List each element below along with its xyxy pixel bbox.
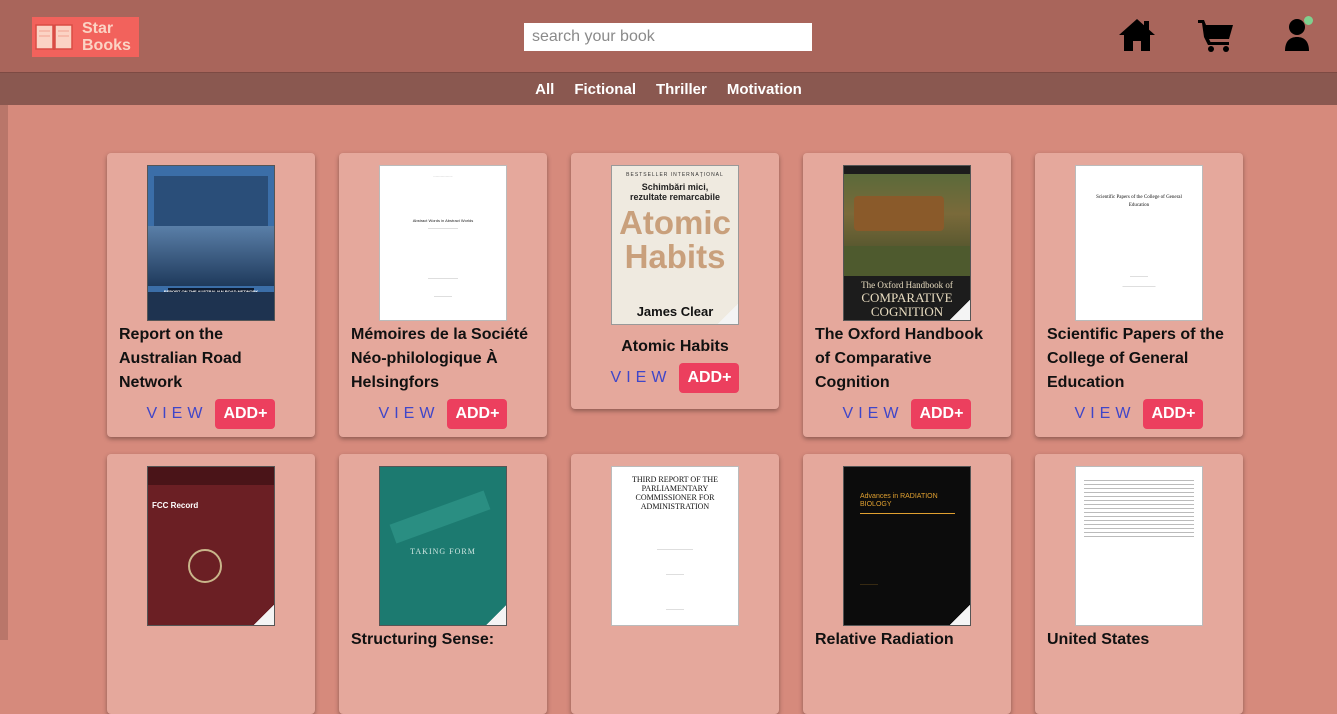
page-curl-icon [950,300,970,320]
book-card: United States [1035,454,1243,714]
search-input[interactable] [524,23,812,51]
add-to-cart-button[interactable]: ADD+ [447,399,508,429]
brand-line2: Books [82,37,131,54]
book-title: United States [1047,631,1150,648]
category-thriller[interactable]: Thriller [656,81,707,98]
book-icon [34,19,74,55]
cover-text: TAKING FORM [410,547,476,556]
book-cover[interactable]: BESTSELLER INTERNAȚIONAL Schimbări mici,… [611,165,739,325]
add-to-cart-button[interactable]: ADD+ [1143,399,1204,429]
book-card: FCC Record [107,454,315,714]
book-cover[interactable]: TAKING FORM [379,466,507,626]
book-card: REPORT ON THE AUSTRALIAN ROAD NETWORK Re… [107,153,315,437]
cover-title-1: Atomic [619,204,731,241]
add-to-cart-button[interactable]: ADD+ [215,399,276,429]
book-card: Advances in RADIATION BIOLOGY —————— Rel… [803,454,1011,714]
book-title: Scientific Papers of the College of Gene… [1047,326,1224,391]
book-card: TAKING FORM Structuring Sense: [339,454,547,714]
brand-name: Star Books [82,20,131,54]
view-button[interactable]: VIEW [379,405,440,423]
add-to-cart-button[interactable]: ADD+ [911,399,972,429]
book-cover[interactable]: REPORT ON THE AUSTRALIAN ROAD NETWORK [147,165,275,321]
card-actions: VIEW ADD+ [379,399,508,429]
view-button[interactable]: VIEW [611,369,672,387]
online-status-dot [1304,16,1313,25]
card-actions: VIEW ADD+ [611,363,740,393]
cover-text: Scientific Papers of the College of Gene… [1096,195,1182,208]
book-card: The Oxford Handbook of COMPARATIVE COGNI… [803,153,1011,437]
book-cover[interactable]: THIRD REPORT OF THE PARLIAMENTARY COMMIS… [611,466,739,626]
home-icon[interactable] [1117,17,1157,58]
brand-logo[interactable]: Star Books [32,17,139,57]
add-to-cart-button[interactable]: ADD+ [679,363,740,393]
book-cover[interactable]: FCC Record [147,466,275,626]
view-button[interactable]: VIEW [147,405,208,423]
book-cover[interactable] [1075,466,1203,626]
book-title: The Oxford Handbook of Comparative Cogni… [815,326,983,391]
card-actions: VIEW ADD+ [843,399,972,429]
category-bar: All Fictional Thriller Motivation [0,73,1337,105]
category-all[interactable]: All [535,81,554,98]
cover-title-2: Habits [624,238,726,275]
cover-text: FCC Record [152,501,199,510]
page-curl-icon [718,304,738,324]
page-curl-icon [486,605,506,625]
cart-icon[interactable] [1197,17,1235,58]
cover-subtitle: Schimbări mici, rezultate remarcabile [629,182,721,202]
cover-line-1: The Oxford Handbook of [861,280,953,290]
card-actions: VIEW ADD+ [147,399,276,429]
book-title: Relative Radiation [815,631,954,648]
view-button[interactable]: VIEW [1075,405,1136,423]
category-fictional[interactable]: Fictional [574,81,636,98]
brand-line1: Star [82,20,114,37]
book-title: Atomic Habits [621,338,729,355]
book-cover[interactable]: Scientific Papers of the College of Gene… [1075,165,1203,321]
book-card: THIRD REPORT OF THE PARLIAMENTARY COMMIS… [571,454,779,714]
cover-text: Advances in RADIATION BIOLOGY [860,493,938,508]
cover-text: Abstract Words in Abstract Worlds [412,218,474,223]
book-cover[interactable]: The Oxford Handbook of COMPARATIVE COGNI… [843,165,971,321]
book-title: Structuring Sense: [351,631,495,648]
book-title: Mémoires de la Société Néo-philologique … [351,326,528,391]
page-curl-icon [950,605,970,625]
cover-text: THIRD REPORT OF THE PARLIAMENTARY COMMIS… [631,475,719,511]
book-card: BESTSELLER INTERNAȚIONAL Schimbări mici,… [571,153,779,409]
book-cover[interactable]: ....................... Abstract Words i… [379,165,507,321]
book-card: Scientific Papers of the College of Gene… [1035,153,1243,437]
view-button[interactable]: VIEW [843,405,904,423]
book-grid: REPORT ON THE AUSTRALIAN ROAD NETWORK Re… [107,153,1243,714]
top-header: Star Books [0,0,1337,73]
book-card: ....................... Abstract Words i… [339,153,547,437]
page-curl-icon [254,605,274,625]
book-cover[interactable]: Advances in RADIATION BIOLOGY —————— [843,466,971,626]
card-actions: VIEW ADD+ [1075,399,1204,429]
category-motivation[interactable]: Motivation [727,81,802,98]
book-title: Report on the Australian Road Network [119,326,242,391]
left-edge [0,105,8,640]
cover-top-text: BESTSELLER INTERNAȚIONAL [626,172,724,178]
